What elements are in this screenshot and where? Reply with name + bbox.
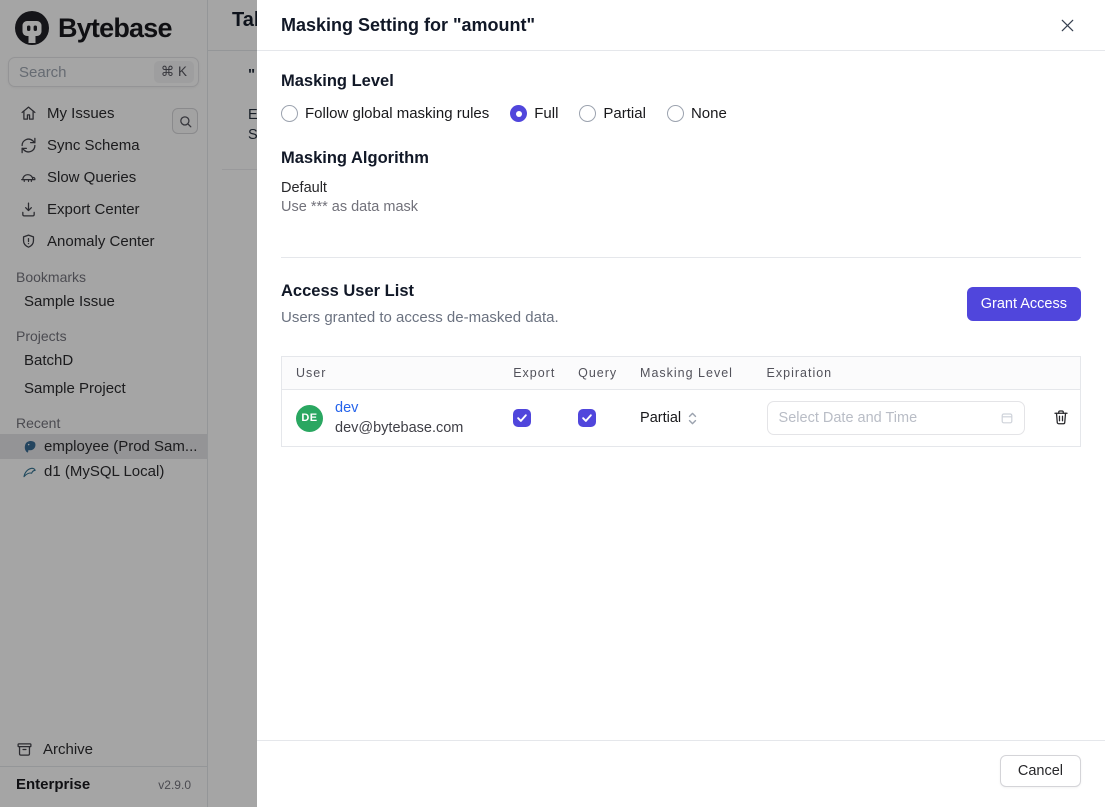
calendar-icon xyxy=(999,410,1015,426)
dialog-footer: Cancel xyxy=(257,740,1105,807)
table-row: DE dev dev@bytebase.com Partial Select D… xyxy=(282,390,1081,447)
export-checkbox[interactable] xyxy=(513,409,532,427)
user-name-link[interactable]: dev xyxy=(335,398,463,418)
trash-icon xyxy=(1052,408,1070,426)
user-cell: DE dev dev@bytebase.com xyxy=(296,398,499,439)
check-icon xyxy=(581,412,593,424)
user-email: dev@bytebase.com xyxy=(335,420,464,436)
radio-icon xyxy=(281,105,298,122)
column-header-user: User xyxy=(281,356,500,390)
avatar: DE xyxy=(296,404,323,432)
grant-access-button[interactable]: Grant Access xyxy=(966,287,1081,321)
dialog-body: Masking Level Follow global masking rule… xyxy=(257,51,1105,740)
close-button[interactable] xyxy=(1056,14,1079,37)
access-user-table: User Export Query Masking Level Expirati… xyxy=(281,356,1081,447)
expiration-input[interactable] xyxy=(766,401,1025,435)
masking-algorithm-description: Use *** as data mask xyxy=(281,199,419,215)
access-user-list-header: Access User List Users granted to access… xyxy=(281,282,1081,326)
chevron-updown-icon xyxy=(687,410,698,427)
radio-icon-selected xyxy=(510,105,528,122)
column-header-masking-level: Masking Level xyxy=(626,356,753,390)
column-header-query: Query xyxy=(564,356,627,390)
radio-icon xyxy=(666,105,684,122)
masking-algorithm-name: Default xyxy=(281,180,327,196)
radio-option-partial[interactable]: Partial xyxy=(579,105,646,122)
expiration-date-input[interactable] xyxy=(778,410,999,426)
radio-label: Follow global masking rules xyxy=(305,105,490,122)
access-user-list-subtitle: Users granted to access de-masked data. xyxy=(281,309,559,326)
radio-label: None xyxy=(690,105,727,122)
close-icon xyxy=(1058,16,1077,35)
dialog-header: Masking Setting for "amount" xyxy=(257,0,1105,51)
radio-icon xyxy=(579,105,597,122)
masking-level-value: Partial xyxy=(640,410,682,426)
column-header-export: Export xyxy=(499,356,565,390)
user-identity: dev dev@bytebase.com xyxy=(335,398,463,439)
column-header-expiration: Expiration xyxy=(752,356,1025,390)
masking-level-radio-group: Follow global masking rules Full Partial… xyxy=(281,105,1081,122)
radio-option-follow-global[interactable]: Follow global masking rules xyxy=(281,105,489,122)
radio-option-none[interactable]: None xyxy=(666,105,727,122)
dialog-title: Masking Setting for "amount" xyxy=(281,14,536,35)
radio-label: Partial xyxy=(603,105,646,122)
query-checkbox[interactable] xyxy=(578,409,597,427)
masking-level-select[interactable]: Partial xyxy=(640,410,698,427)
masking-level-heading: Masking Level xyxy=(281,72,394,90)
cancel-button[interactable]: Cancel xyxy=(999,755,1081,787)
table-header-row: User Export Query Masking Level Expirati… xyxy=(281,356,1081,390)
radio-option-full[interactable]: Full xyxy=(510,105,558,122)
access-user-list-heading: Access User List xyxy=(281,282,414,300)
check-icon xyxy=(516,412,528,424)
masking-algorithm-heading: Masking Algorithm xyxy=(281,149,429,167)
access-user-list-text: Access User List Users granted to access… xyxy=(281,282,559,326)
divider xyxy=(281,257,1081,258)
column-header-actions xyxy=(1024,356,1081,390)
masking-setting-dialog: Masking Setting for "amount" Masking Lev… xyxy=(257,0,1105,807)
radio-label: Full xyxy=(534,105,559,122)
delete-row-button[interactable] xyxy=(1049,405,1073,429)
